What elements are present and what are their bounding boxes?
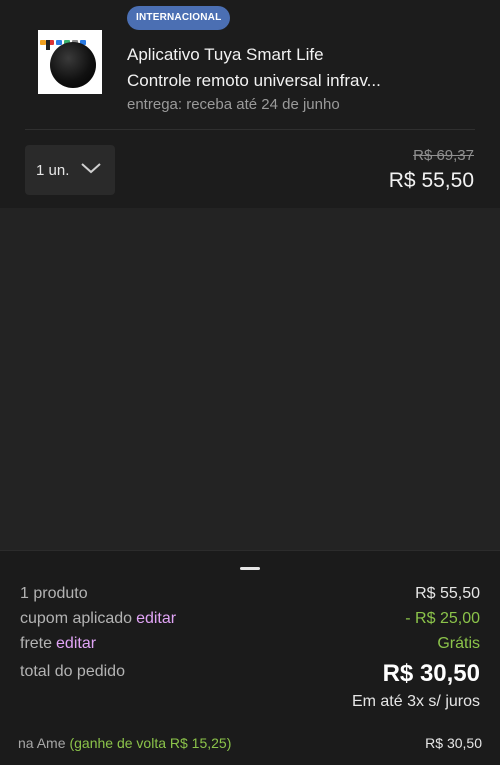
quantity-select[interactable]: 1 un. (25, 145, 115, 195)
product-thumbnail[interactable] (38, 30, 102, 94)
edit-coupon-link[interactable]: editar (136, 610, 176, 627)
ame-value: R$ 30,50 (425, 735, 482, 751)
divider (25, 129, 475, 130)
delivery-estimate: entrega: receba até 24 de junho (127, 96, 340, 113)
product-title-line1: Aplicativo Tuya Smart Life (127, 45, 324, 64)
current-price: R$ 55,50 (388, 169, 474, 192)
installments-note: Em até 3x s/ juros (351, 693, 480, 710)
thumbnail-icons-strip (40, 32, 100, 45)
shipping-label: frete (20, 635, 53, 652)
coupon-discount-value: - R$ 25,00 (405, 610, 480, 627)
cart-item-card: INTERNACIONAL Aplicativo Tuya Smart Life… (0, 0, 500, 208)
shipping-value: Grátis (437, 635, 480, 652)
summary-row-products: 1 produto R$ 55,50 (20, 585, 480, 607)
ame-label: na Ame (18, 735, 66, 751)
ame-payment-option[interactable]: na Ame (ganhe de volta R$ 15,25) (18, 735, 231, 751)
edit-shipping-link[interactable]: editar (56, 635, 96, 652)
ame-cashback: (ganhe de volta R$ 15,25) (69, 735, 232, 751)
order-summary-panel: 1 produto R$ 55,50 cupom aplicado editar … (0, 550, 500, 765)
international-badge: INTERNACIONAL (127, 6, 231, 30)
drag-handle-icon[interactable] (240, 567, 260, 570)
chevron-down-icon (81, 163, 101, 174)
total-value: R$ 30,50 (382, 660, 480, 687)
product-title-line2: Controle remoto universal infrav... (127, 71, 381, 90)
quantity-value: 1 un. (36, 161, 70, 179)
summary-row-shipping: frete editar Grátis (20, 635, 480, 657)
summary-row-total: total do pedido R$ 30,50 (20, 660, 480, 693)
coupon-label: cupom aplicado (20, 610, 133, 627)
summary-row-coupon: cupom aplicado editar - R$ 25,00 (20, 610, 480, 632)
total-label: total do pedido (20, 663, 125, 680)
original-price: R$ 69,37 (413, 147, 474, 164)
products-value: R$ 55,50 (415, 585, 480, 602)
thumbnail-device (46, 40, 50, 50)
ir-remote-image (50, 42, 96, 88)
product-title[interactable]: Aplicativo Tuya Smart Life Controle remo… (127, 42, 477, 94)
products-label: 1 produto (20, 585, 88, 602)
